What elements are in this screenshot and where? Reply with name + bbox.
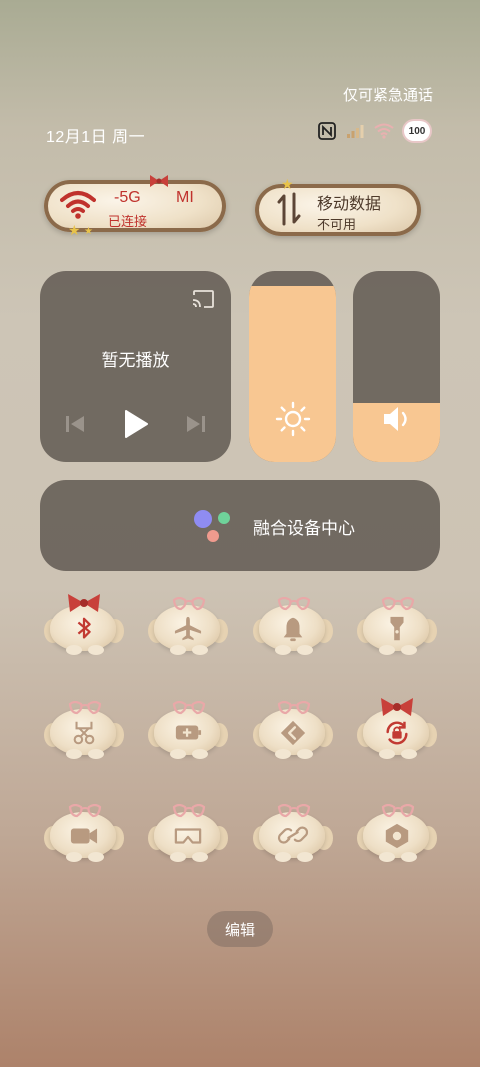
glasses-icon bbox=[277, 804, 311, 818]
bow-icon bbox=[150, 175, 168, 187]
cast-icon[interactable] bbox=[191, 289, 215, 309]
signal-icon bbox=[347, 125, 364, 138]
battery-level: 100 bbox=[408, 125, 426, 137]
previous-icon[interactable] bbox=[64, 414, 86, 434]
wifi-tile-title-a: -5G bbox=[114, 189, 141, 206]
quick-toggle-settings[interactable] bbox=[357, 800, 437, 862]
quick-toggle-airplane[interactable] bbox=[148, 593, 228, 655]
battery-icon: 100 bbox=[404, 121, 430, 141]
wifi-tile-title-b: MI bbox=[176, 189, 194, 206]
battery-saver-icon bbox=[175, 725, 202, 740]
date-text: 12月1日 周一 bbox=[46, 129, 146, 146]
quick-toggle-vr[interactable] bbox=[148, 800, 228, 862]
glasses-icon bbox=[277, 597, 311, 611]
glasses-icon bbox=[68, 701, 102, 715]
quick-toggle-direction[interactable] bbox=[253, 697, 333, 759]
device-center-icon bbox=[194, 510, 230, 542]
edit-button-label: 编辑 bbox=[224, 921, 255, 939]
glasses-icon bbox=[381, 804, 415, 818]
mobile-data-tile[interactable]: 移动数据 不可用 ★ bbox=[255, 176, 421, 236]
wifi-icon bbox=[374, 123, 394, 139]
link-icon bbox=[277, 826, 309, 844]
quick-toggle-flashlight[interactable] bbox=[357, 593, 437, 655]
quick-toggle-screenshot[interactable] bbox=[44, 697, 124, 759]
media-player-card[interactable]: 暂无播放 bbox=[40, 271, 231, 462]
edit-button[interactable]: 编辑 bbox=[207, 911, 273, 947]
quick-toggle-rotation-lock[interactable] bbox=[357, 697, 437, 759]
bow-icon bbox=[68, 594, 100, 612]
nfc-icon bbox=[318, 122, 336, 140]
next-icon[interactable] bbox=[185, 414, 207, 434]
mobile-data-icon bbox=[277, 192, 301, 226]
screen-record-icon bbox=[70, 828, 98, 844]
play-icon[interactable] bbox=[123, 409, 149, 439]
sun-icon bbox=[275, 401, 311, 437]
glasses-icon bbox=[172, 597, 206, 611]
bell-icon bbox=[283, 617, 303, 642]
bow-icon bbox=[381, 698, 413, 716]
glasses-icon bbox=[381, 597, 415, 611]
star-icon: ★ bbox=[68, 222, 81, 238]
wifi-tile-status: 已连接 bbox=[108, 214, 148, 229]
rotation-lock-icon bbox=[386, 721, 408, 745]
glasses-icon bbox=[68, 804, 102, 818]
brightness-slider[interactable] bbox=[249, 271, 336, 462]
quick-toggle-bell[interactable] bbox=[253, 593, 333, 655]
settings-icon bbox=[385, 823, 409, 849]
status-icons: 100 bbox=[318, 121, 430, 141]
flashlight-icon bbox=[390, 616, 404, 641]
emergency-call-text: 仅可紧急通话 bbox=[342, 87, 433, 104]
vr-icon bbox=[174, 828, 202, 844]
fusion-device-center[interactable]: 融合设备中心 bbox=[40, 480, 440, 571]
fusion-device-label: 融合设备中心 bbox=[253, 519, 355, 538]
quick-toggle-screen-record[interactable] bbox=[44, 800, 124, 862]
airplane-icon bbox=[174, 616, 202, 641]
glasses-icon bbox=[172, 701, 206, 715]
star-icon: ★ bbox=[84, 226, 93, 237]
star-icon: ★ bbox=[281, 176, 294, 192]
volume-slider[interactable] bbox=[353, 271, 440, 462]
glasses-icon bbox=[277, 701, 311, 715]
speaker-icon bbox=[384, 407, 407, 431]
mobile-data-title: 移动数据 bbox=[317, 196, 382, 213]
quick-toggle-link[interactable] bbox=[253, 800, 333, 862]
media-title: 暂无播放 bbox=[101, 351, 170, 370]
direction-icon bbox=[280, 720, 306, 746]
screenshot-icon bbox=[73, 721, 95, 745]
wifi-tile-icon bbox=[60, 191, 96, 219]
glasses-icon bbox=[172, 804, 206, 818]
quick-toggle-battery-saver[interactable] bbox=[148, 697, 228, 759]
wifi-tile[interactable]: -5G MI 已连接 ★ ★ bbox=[44, 175, 226, 238]
quick-toggle-bluetooth[interactable] bbox=[44, 593, 124, 655]
mobile-data-status: 不可用 bbox=[317, 217, 357, 232]
bluetooth-icon bbox=[77, 617, 91, 639]
